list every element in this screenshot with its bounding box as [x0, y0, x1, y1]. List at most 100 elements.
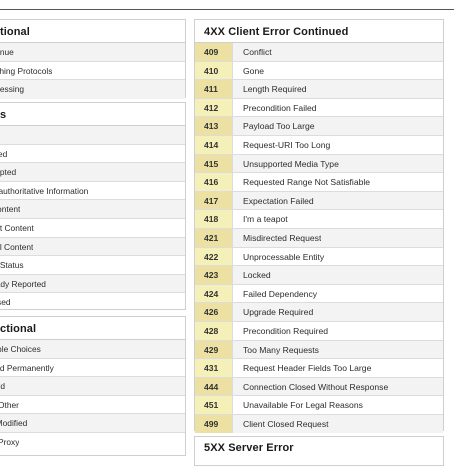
- list-item: tial Content: [0, 237, 185, 257]
- server-error-panel: 5XX Server Error: [194, 436, 444, 466]
- list-item: Used: [0, 293, 185, 312]
- status-description: Conflict: [243, 47, 272, 57]
- list-item: ated: [0, 145, 185, 164]
- status-code: 422: [195, 247, 233, 266]
- informational-panel: tional ntinue itching Protocols ocessing: [0, 19, 186, 99]
- status-code: 444: [195, 377, 233, 396]
- status-description: e Other: [0, 399, 19, 410]
- table-row: 429 Too Many Requests: [195, 340, 443, 360]
- status-description: Unavailable For Legal Reasons: [243, 400, 363, 411]
- client-error-title: 4XX Client Error Continued: [195, 20, 443, 43]
- list-item: e Proxy: [0, 433, 185, 452]
- status-description: Content: [0, 204, 21, 215]
- table-row: 413 Payload Too Large: [195, 117, 443, 136]
- table-row: 499 Client Closed Request: [195, 414, 443, 434]
- table-row: 428 Precondition Required: [195, 321, 443, 341]
- list-item: itching Protocols: [0, 62, 185, 81]
- status-code: 410: [195, 61, 233, 80]
- table-row: 409 Conflict: [195, 43, 443, 62]
- status-description: Unsupported Media Type: [243, 158, 339, 169]
- list-item: Content: [0, 200, 185, 219]
- table-row: 444 Connection Closed Without Response: [195, 377, 443, 397]
- table-row: 426 Upgrade Required: [195, 303, 443, 322]
- status-description: Precondition Failed: [243, 102, 317, 113]
- status-code: 412: [195, 98, 233, 117]
- table-row: 412 Precondition Failed: [195, 98, 443, 118]
- status-description: Locked: [243, 270, 271, 281]
- list-item: ved Permanently: [0, 359, 185, 378]
- status-description: Unprocessable Entity: [243, 251, 325, 262]
- list-item: t Modified: [0, 414, 185, 433]
- status-description: Misdirected Request: [243, 232, 322, 243]
- status-description: Failed Dependency: [243, 288, 318, 299]
- table-row: 411 Length Required: [195, 80, 443, 99]
- status-description: ocessing: [0, 84, 25, 95]
- status-description: Connection Closed Without Response: [243, 381, 389, 392]
- list-item: e Other: [0, 396, 185, 415]
- table-row: 422 Unprocessable Entity: [195, 247, 443, 267]
- table-row: 418 I'm a teapot: [195, 210, 443, 229]
- list-item: set Content: [0, 219, 185, 238]
- table-row: 424 Failed Dependency: [195, 284, 443, 304]
- status-code: 424: [195, 284, 233, 303]
- status-description: Too Many Requests: [243, 344, 319, 355]
- success-title: s: [0, 103, 185, 126]
- list-item: ntinue: [0, 43, 185, 62]
- status-description: Requested Range Not Satisfiable: [243, 177, 371, 188]
- status-code: 415: [195, 154, 233, 173]
- table-row: 410 Gone: [195, 61, 443, 81]
- redirection-rows: ltiple Choices ved Permanently und e Other t…: [0, 340, 185, 452]
- status-description: Client Closed Request: [243, 418, 329, 429]
- list-item: n-authoritative Information: [0, 182, 185, 201]
- top-rule: [0, 9, 454, 10]
- status-code: 431: [195, 359, 233, 377]
- list-item: und: [0, 377, 185, 396]
- status-description: ltiple Choices: [0, 344, 41, 354]
- status-description: cepted: [0, 167, 17, 178]
- status-description: und: [0, 381, 5, 392]
- status-code: 411: [195, 80, 233, 98]
- table-row: 423 Locked: [195, 266, 443, 285]
- status-description: Precondition Required: [243, 325, 329, 336]
- redirection-title: ctional: [0, 317, 185, 340]
- list-item: [0, 126, 185, 145]
- table-row: 431 Request Header Fields Too Large: [195, 359, 443, 378]
- table-row: 417 Expectation Failed: [195, 191, 443, 211]
- status-description: tial Content: [0, 241, 34, 252]
- list-item: ocessing: [0, 80, 185, 99]
- success-panel: s ated cepted n-authoritative Information C…: [0, 102, 186, 310]
- list-item: ltiple Choices: [0, 340, 185, 359]
- informational-rows: ntinue itching Protocols ocessing: [0, 43, 185, 99]
- status-code: 418: [195, 210, 233, 228]
- status-code: 499: [195, 414, 233, 434]
- list-item: eady Reported: [0, 274, 185, 294]
- status-code: 417: [195, 191, 233, 210]
- status-description: e Proxy: [0, 436, 20, 447]
- success-rows: ated cepted n-authoritative Information Con…: [0, 126, 185, 312]
- status-code: 409: [195, 43, 233, 61]
- table-row: 416 Requested Range Not Satisfiable: [195, 173, 443, 192]
- status-code: 426: [195, 303, 233, 321]
- status-code: 413: [195, 117, 233, 135]
- table-row: 421 Misdirected Request: [195, 228, 443, 248]
- status-description: ated: [0, 148, 8, 159]
- client-error-rows: 409 Conflict 410 Gone 411 Length Required 412 P…: [195, 43, 443, 434]
- client-error-panel: 4XX Client Error Continued 409 Conflict 41…: [194, 19, 444, 434]
- status-description: set Content: [0, 222, 34, 233]
- status-description: Request-URI Too Long: [243, 139, 331, 150]
- status-code: 416: [195, 173, 233, 191]
- status-description: itching Protocols: [0, 65, 53, 76]
- status-code: 423: [195, 266, 233, 284]
- table-row: 451 Unavailable For Legal Reasons: [195, 396, 443, 415]
- status-description: eady Reported: [0, 278, 46, 289]
- status-code: 428: [195, 321, 233, 340]
- table-row: 415 Unsupported Media Type: [195, 154, 443, 174]
- informational-title: tional: [0, 20, 185, 43]
- status-description: n-authoritative Information: [0, 185, 89, 196]
- status-description: t Modified: [0, 418, 28, 429]
- table-row: 414 Request-URI Too Long: [195, 135, 443, 155]
- status-code: 414: [195, 135, 233, 154]
- status-description: Length Required: [243, 84, 307, 95]
- status-description: Gone: [243, 65, 265, 76]
- status-description: Request Header Fields Too Large: [243, 363, 372, 374]
